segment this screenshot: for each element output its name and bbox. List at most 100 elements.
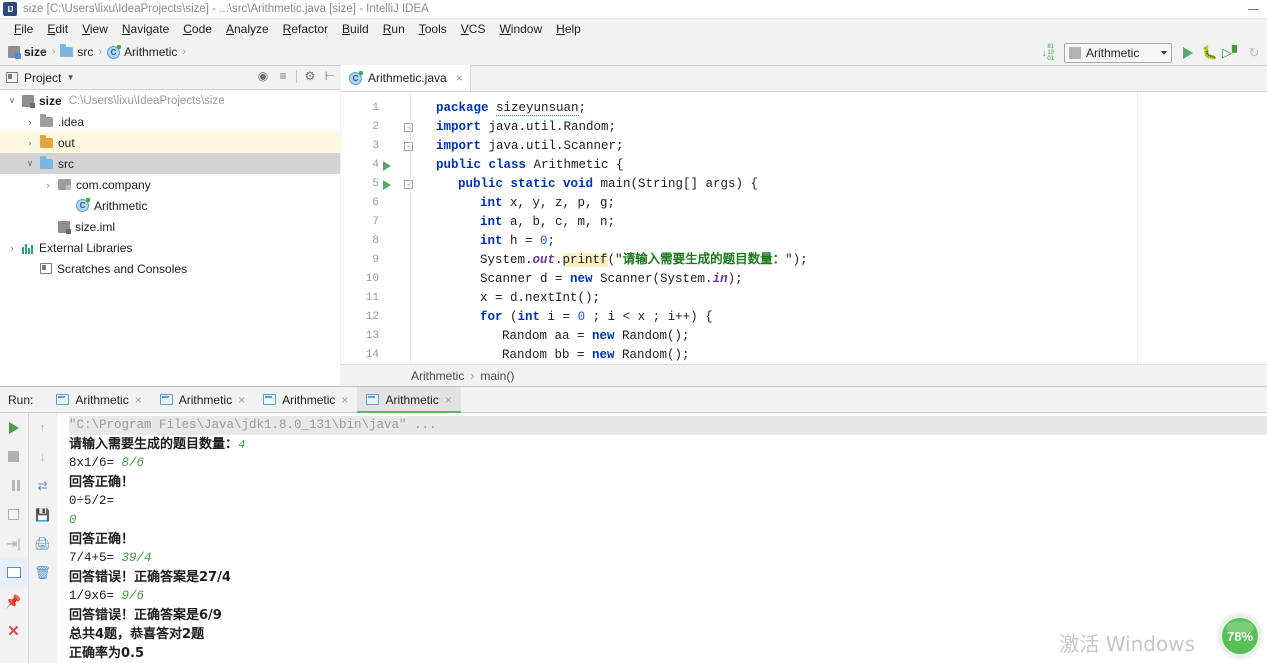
console-output[interactable]: "C:\Program Files\Java\jdk1.8.0_131\bin\…	[57, 413, 1267, 663]
more-button[interactable]: ↻	[1243, 42, 1265, 64]
close-icon[interactable]: ×	[135, 393, 142, 407]
menu-item-file[interactable]: File	[7, 21, 40, 37]
close-icon[interactable]: ×	[445, 393, 452, 407]
menu-item-code[interactable]: Code	[176, 21, 219, 37]
code-line[interactable]: import java.util.Random;	[436, 118, 616, 137]
run-tab-0[interactable]: Arithmetic ×	[47, 387, 150, 413]
tree-item-out[interactable]: › out	[0, 132, 340, 153]
run-with-coverage-button[interactable]: ▷▘	[1221, 42, 1243, 64]
tree-item-external-libraries[interactable]: › External Libraries	[0, 237, 340, 258]
print-output-icon[interactable]: 🖨	[29, 529, 56, 558]
code-line[interactable]: System.out.printf("请输入需要生成的题目数量：");	[480, 251, 808, 270]
code-line[interactable]: public class Arithmetic {	[436, 156, 624, 175]
menu-item-build[interactable]: Build	[335, 21, 376, 37]
line-number: 13	[365, 330, 379, 342]
scroll-down-icon[interactable]: ↓	[29, 442, 56, 471]
code-line[interactable]: Random bb = new Random();	[502, 346, 690, 364]
pin-icon[interactable]: 📌	[0, 587, 27, 616]
code-line[interactable]: import java.util.Scanner;	[436, 137, 624, 156]
tree-item--idea[interactable]: › .idea	[0, 111, 340, 132]
code-line[interactable]: package sizeyunsuan;	[436, 99, 586, 118]
collapse-all-icon[interactable]: ≡	[276, 69, 290, 83]
menu-item-vcs[interactable]: VCS	[454, 21, 493, 37]
console-text: 0÷5/2=	[69, 494, 115, 508]
wrap-text-icon[interactable]	[0, 558, 27, 587]
menu-item-analyze[interactable]: Analyze	[219, 21, 276, 37]
menu-item-view[interactable]: View	[75, 21, 115, 37]
code-line[interactable]: x = d.nextInt();	[480, 289, 600, 308]
run-tab-2[interactable]: Arithmetic ×	[254, 387, 357, 413]
code-line[interactable]: for (int i = 0 ; i < x ; i++) {	[480, 308, 713, 327]
menu-item-tools[interactable]: Tools	[412, 21, 454, 37]
tree-expander-icon[interactable]: ∨	[6, 95, 18, 106]
breadcrumb-item-arithmetic[interactable]: Arithmetic	[124, 45, 177, 59]
tree-expander-icon[interactable]: ›	[24, 117, 36, 127]
project-tree[interactable]: ∨ size C:\Users\lixu\IdeaProjects\size › .id…	[0, 90, 340, 386]
print-icon[interactable]	[0, 500, 27, 529]
breadcrumb-class[interactable]: Arithmetic	[411, 369, 464, 383]
tree-item-label: .idea	[58, 114, 85, 129]
editor-gutter[interactable]: 1 2-3-4 5-6 7 8 9 10 11 12 13 14	[341, 92, 413, 364]
hide-icon[interactable]: ⊢	[323, 69, 337, 83]
save-output-icon[interactable]: 💾	[29, 500, 56, 529]
close-icon[interactable]: ×	[456, 71, 463, 85]
tree-item-arithmetic[interactable]: C Arithmetic	[0, 195, 340, 216]
rerun-icon[interactable]	[0, 413, 27, 442]
run-configuration-selector[interactable]: Arithmetic	[1064, 42, 1172, 63]
minimize-button[interactable]	[1248, 9, 1259, 10]
run-tab-3[interactable]: Arithmetic ×	[357, 386, 462, 413]
line-number: 2	[372, 121, 379, 133]
debug-button[interactable]: 🐛	[1199, 42, 1221, 64]
run-button[interactable]	[1177, 42, 1199, 64]
run-gutter-icon[interactable]	[383, 161, 391, 171]
locate-icon[interactable]: ◉	[256, 69, 270, 83]
menu-item-edit[interactable]: Edit	[40, 21, 75, 37]
run-gutter-icon[interactable]	[383, 180, 391, 190]
pause-icon[interactable]	[0, 471, 27, 500]
tree-expander-icon[interactable]: ›	[6, 243, 18, 253]
chevron-down-icon[interactable]: ▾	[68, 72, 73, 83]
run-tab-1[interactable]: Arithmetic ×	[151, 387, 254, 413]
stop-icon[interactable]	[0, 442, 27, 471]
close-icon[interactable]: ×	[341, 393, 348, 407]
right-margin-guide	[1137, 92, 1138, 364]
breadcrumb-method[interactable]: main()	[480, 369, 514, 383]
console-text: 请输入需要生成的题目数量：	[69, 437, 239, 452]
percent-badge[interactable]: 78%	[1219, 615, 1261, 657]
menu-item-navigate[interactable]: Navigate	[115, 21, 176, 37]
tree-expander-icon[interactable]: ›	[42, 180, 54, 190]
menu-item-run[interactable]: Run	[376, 21, 412, 37]
tree-expander-icon[interactable]: ∨	[24, 158, 36, 169]
soft-wrap-icon[interactable]: ⇄	[29, 471, 56, 500]
code-line[interactable]: int x, y, z, p, g;	[480, 194, 615, 213]
code-line[interactable]: int h = 0;	[480, 232, 555, 251]
breadcrumb-item-src[interactable]: src	[77, 45, 93, 59]
code-line[interactable]: public static void main(String[] args) {	[458, 175, 758, 194]
console-answer: 9/6	[121, 589, 145, 603]
code-line[interactable]: Scanner d = new Scanner(System.in);	[480, 270, 743, 289]
close-icon[interactable]: ✕	[0, 616, 27, 645]
code-line[interactable]: int a, b, c, m, n;	[480, 213, 615, 232]
export-icon[interactable]: ⇥|	[0, 529, 27, 558]
tree-item-scratches-and-consoles[interactable]: Scratches and Consoles	[0, 258, 340, 279]
code-content[interactable]: package sizeyunsuan; import java.util.Ran…	[411, 92, 1267, 364]
window-title: size [C:\Users\lixu\IdeaProjects\size] -…	[23, 3, 429, 15]
tree-item-size-iml[interactable]: size.iml	[0, 216, 340, 237]
tree-item-src[interactable]: ∨ src	[0, 153, 340, 174]
settings-gear-icon[interactable]: ⚙	[303, 69, 317, 83]
tree-item-com-company[interactable]: › com.company	[0, 174, 340, 195]
menu-item-help[interactable]: Help	[549, 21, 588, 37]
scroll-up-icon[interactable]: ↑	[29, 413, 56, 442]
breadcrumb-item-size[interactable]: size	[24, 45, 47, 59]
editor-tab-arithmetic[interactable]: C Arithmetic.java ×	[341, 65, 471, 91]
tree-expander-icon[interactable]: ›	[24, 138, 36, 148]
code-editor[interactable]: 1 2-3-4 5-6 7 8 9 10 11 12 13 14 package sizeyunsu…	[341, 92, 1267, 364]
code-token: printf	[562, 253, 608, 267]
download-updates-icon[interactable]: ↓ 81 10 01	[1037, 42, 1059, 64]
close-icon[interactable]: ×	[238, 393, 245, 407]
code-line[interactable]: Random aa = new Random();	[502, 327, 690, 346]
menu-item-refactor[interactable]: Refactor	[276, 21, 335, 37]
menu-item-window[interactable]: Window	[492, 21, 549, 37]
clear-all-icon[interactable]: 🗑	[29, 558, 56, 587]
tree-item-size[interactable]: ∨ size C:\Users\lixu\IdeaProjects\size	[0, 90, 340, 111]
